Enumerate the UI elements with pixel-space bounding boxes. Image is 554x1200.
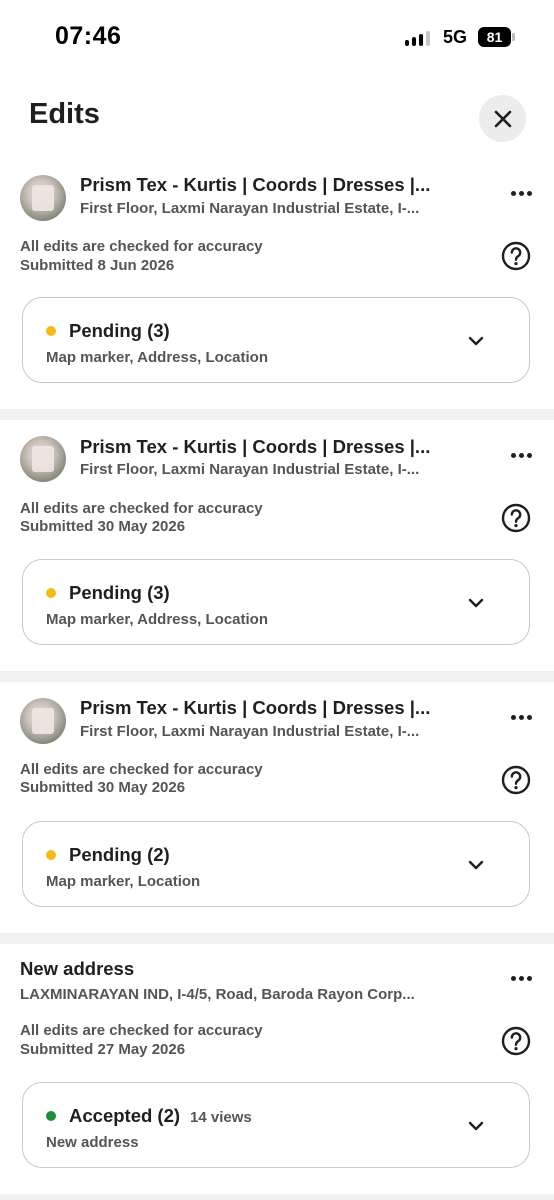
chevron-down-icon (468, 1121, 484, 1131)
chevron-down-icon (468, 598, 484, 608)
chevron-down-icon (468, 860, 484, 870)
status-dot (46, 1111, 56, 1121)
place-thumbnail (20, 175, 66, 221)
submitted-date: Submitted 30 May 2026 (20, 779, 186, 796)
edit-card: Prism Tex - Kurtis | Coords | Dresses |.… (0, 420, 554, 670)
battery-icon: 81 (478, 27, 511, 47)
more-options-button[interactable] (506, 968, 536, 988)
status-label: Pending (2) (69, 844, 170, 865)
chevron-down-icon (468, 336, 484, 346)
cellular-signal-icon (405, 31, 430, 46)
card-divider (0, 409, 554, 420)
edit-status-dropdown[interactable]: Accepted (2) 14 views New address (22, 1082, 530, 1168)
edit-card: New address LAXMINARAYAN IND, I-4/5, Roa… (0, 944, 554, 1194)
accuracy-note: All edits are checked for accuracy (20, 1022, 263, 1039)
edit-status-dropdown[interactable]: Pending (3) Map marker, Address, Locatio… (22, 297, 530, 383)
accuracy-note: All edits are checked for accuracy (20, 238, 263, 255)
status-time: 07:46 (55, 22, 122, 50)
status-dot (46, 588, 56, 598)
battery-tip (512, 33, 515, 41)
place-address: First Floor, Laxmi Narayan Industrial Es… (80, 723, 420, 740)
place-thumbnail (20, 436, 66, 482)
status-dot (46, 850, 56, 860)
card-divider (0, 671, 554, 682)
help-icon[interactable] (500, 502, 532, 534)
place-title: New address (20, 958, 135, 979)
edit-status-dropdown[interactable]: Pending (2) Map marker, Location (22, 821, 530, 907)
edited-fields: Map marker, Location (46, 873, 201, 890)
place-title: Prism Tex - Kurtis | Coords | Dresses |.… (80, 174, 431, 195)
status-dot (46, 326, 56, 336)
help-icon[interactable] (500, 240, 532, 272)
submitted-date: Submitted 27 May 2026 (20, 1041, 186, 1058)
accuracy-note: All edits are checked for accuracy (20, 500, 263, 517)
status-label: Pending (3) (69, 582, 170, 603)
close-button[interactable] (479, 95, 526, 142)
place-address: First Floor, Laxmi Narayan Industrial Es… (80, 461, 420, 478)
place-title: Prism Tex - Kurtis | Coords | Dresses |.… (80, 697, 431, 718)
close-icon (494, 110, 511, 127)
more-options-button[interactable] (506, 445, 536, 465)
edit-card: Prism Tex - Kurtis | Coords | Dresses |.… (0, 682, 554, 932)
status-label: Accepted (2) 14 views (69, 1105, 252, 1126)
view-count: 14 views (190, 1109, 252, 1126)
edit-card: Prism Tex - Kurtis | Coords | Dresses |.… (0, 160, 554, 408)
place-title: Prism Tex - Kurtis | Coords | Dresses |.… (80, 436, 431, 457)
edited-fields: Map marker, Address, Location (46, 349, 269, 366)
help-icon[interactable] (500, 1025, 532, 1057)
more-options-button[interactable] (506, 183, 536, 203)
status-bar: 07:46 5G 81 (0, 0, 554, 74)
accuracy-note: All edits are checked for accuracy (20, 761, 263, 778)
place-address: First Floor, Laxmi Narayan Industrial Es… (80, 200, 420, 217)
submitted-date: Submitted 8 Jun 2026 (20, 257, 175, 274)
network-type: 5G (443, 27, 468, 47)
edited-fields: Map marker, Address, Location (46, 611, 269, 628)
edited-fields: New address (46, 1134, 139, 1151)
submitted-date: Submitted 30 May 2026 (20, 518, 186, 535)
status-label: Pending (3) (69, 320, 170, 341)
page-title: Edits (29, 98, 100, 130)
place-thumbnail (20, 698, 66, 744)
help-icon[interactable] (500, 764, 532, 796)
more-options-button[interactable] (506, 707, 536, 727)
place-address: LAXMINARAYAN IND, I-4/5, Road, Baroda Ra… (20, 986, 415, 1003)
card-divider (0, 1194, 554, 1200)
card-divider (0, 933, 554, 944)
edit-status-dropdown[interactable]: Pending (3) Map marker, Address, Locatio… (22, 559, 530, 645)
